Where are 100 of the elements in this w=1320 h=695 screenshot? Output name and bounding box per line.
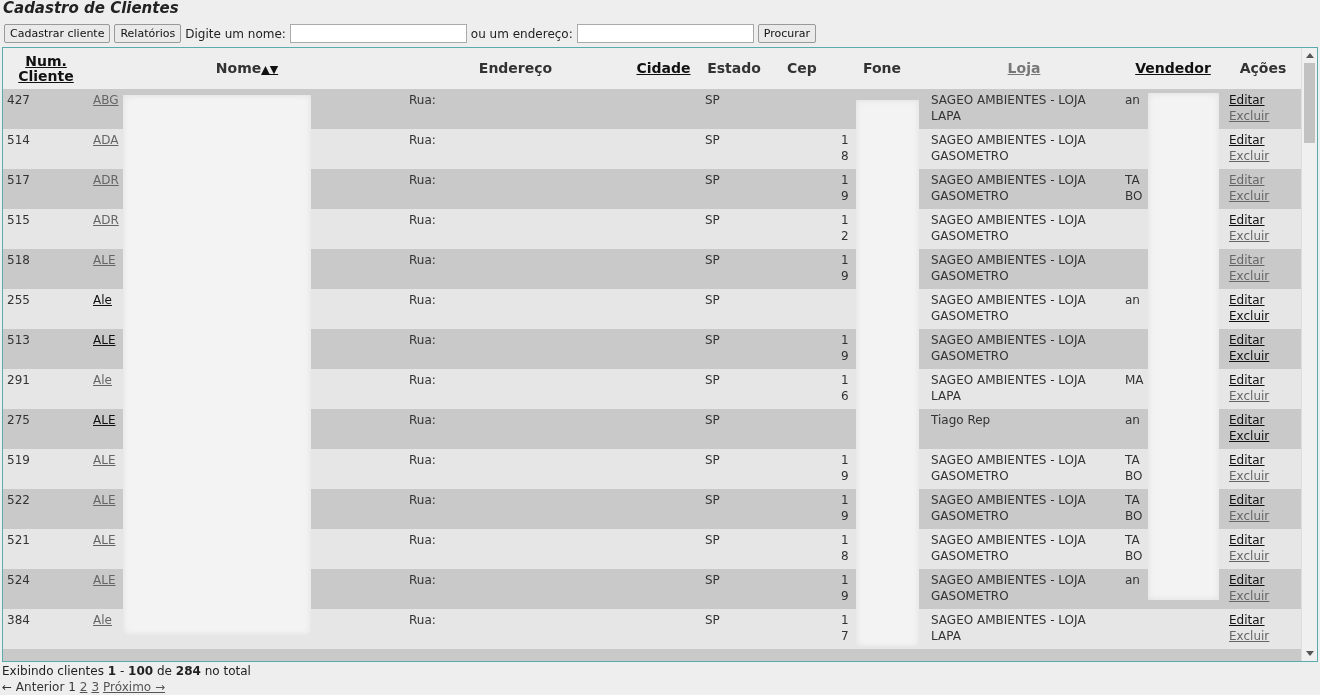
page-link[interactable]: 2 [79,679,88,695]
phone-text: 1 [841,173,849,187]
pager-text: ← Anterior 1 [2,679,76,695]
edit-link[interactable]: Editar [1229,253,1265,267]
client-name-link[interactable]: ADR [93,213,119,227]
phone-text: 9 [841,189,849,203]
phone-text: 9 [841,269,849,283]
phone-text: 7 [841,629,849,643]
client-name-link[interactable]: ABG [93,93,119,107]
store-cell: SAGEO AMBIENTES - LOJA LAPA [931,613,1086,643]
edit-link[interactable]: Editar [1229,573,1265,587]
column-sort-link[interactable]: Loja [1007,61,1041,76]
edit-link[interactable]: Editar [1229,173,1265,187]
store-cell: SAGEO AMBIENTES - LOJA GASOMETRO [931,133,1086,163]
edit-link[interactable]: Editar [1229,213,1265,227]
client-name-link[interactable]: Ale [93,293,112,307]
vertical-scrollbar[interactable] [1301,48,1317,661]
seller-text: an [1125,93,1140,107]
phone-text: 1 [841,213,849,227]
client-name-link[interactable]: ALE [93,573,116,587]
address-cell: Rua: [409,93,436,107]
client-name-link[interactable]: ADA [93,133,119,147]
phone-text: 8 [841,549,849,563]
client-number: 513 [7,333,30,347]
delete-link[interactable]: Excluir [1229,189,1270,203]
phone-text: 1 [841,453,849,467]
column-header: Estado [707,60,761,76]
delete-link[interactable]: Excluir [1229,309,1270,323]
scrollbar-thumb[interactable] [1304,63,1315,143]
store-cell: SAGEO AMBIENTES - LOJA GASOMETRO [931,333,1086,363]
client-name-link[interactable]: Ale [93,613,112,627]
seller-text: BO [1125,509,1143,523]
delete-link[interactable]: Excluir [1229,109,1270,123]
edit-link[interactable]: Editar [1229,93,1265,107]
edit-link[interactable]: Editar [1229,533,1265,547]
client-name-link[interactable]: ADR [93,173,119,187]
column-header: Nome [215,59,262,76]
client-number: 275 [7,413,30,427]
state-cell: SP [705,93,720,107]
phone-text: 2 [841,229,849,243]
edit-link[interactable]: Editar [1229,293,1265,307]
edit-link[interactable]: Editar [1229,613,1265,627]
scroll-down-icon[interactable] [1305,651,1314,656]
edit-link[interactable]: Editar [1229,493,1265,507]
client-name-link[interactable]: ALE [93,253,116,267]
phone-text: 9 [841,589,849,603]
delete-link[interactable]: Excluir [1229,629,1270,643]
client-name-link[interactable]: ALE [93,493,116,507]
delete-link[interactable]: Excluir [1229,389,1270,403]
client-name-link[interactable]: ALE [93,453,116,467]
phone-text: 9 [841,509,849,523]
state-cell: SP [705,453,720,467]
name-search-field[interactable] [289,24,467,43]
client-name-link[interactable]: ALE [93,333,116,347]
edit-link[interactable]: Editar [1229,413,1265,427]
sort-arrows[interactable]: ▲▼ [261,61,279,77]
phone-text: 1 [841,613,849,627]
delete-link[interactable]: Excluir [1229,429,1270,443]
toolbar-button[interactable]: Cadastrar cliente [4,24,111,43]
address-cell: Rua: [409,373,436,387]
phone-text: 1 [841,133,849,147]
address-cell: Rua: [409,133,436,147]
toolbar-button[interactable]: Relatórios [114,24,182,43]
state-cell: SP [705,533,720,547]
client-name-link[interactable]: ALE [93,413,116,427]
column-sort-link[interactable]: Vendedor [1135,61,1211,76]
delete-link[interactable]: Excluir [1229,549,1270,563]
store-cell: SAGEO AMBIENTES - LOJA GASOMETRO [931,533,1086,563]
client-name-link[interactable]: Ale [93,373,112,387]
phone-text: 9 [841,349,849,363]
client-number: 522 [7,493,30,507]
edit-link[interactable]: Editar [1229,373,1265,387]
delete-link[interactable]: Excluir [1229,349,1270,363]
state-cell: SP [705,133,720,147]
address-search-field[interactable] [576,24,754,43]
delete-link[interactable]: Excluir [1229,229,1270,243]
client-number: 524 [7,573,30,587]
client-name-link[interactable]: ALE [93,533,116,547]
client-number: 517 [7,173,30,187]
delete-link[interactable]: Excluir [1229,469,1270,483]
address-label: ou um endereço: [470,26,573,41]
page-link[interactable]: 3 [91,679,100,695]
address-cell: Rua: [409,613,436,627]
delete-link[interactable]: Excluir [1229,589,1270,603]
delete-link[interactable]: Excluir [1229,269,1270,283]
column-sort-link[interactable]: Cidade [636,61,691,76]
seller-text: TA [1125,453,1140,467]
edit-link[interactable]: Editar [1229,333,1265,347]
next-page-link[interactable]: Próximo → [103,679,166,695]
column-sort-link[interactable]: Num. Cliente [7,53,85,84]
scroll-up-icon[interactable] [1305,53,1314,58]
edit-link[interactable]: Editar [1229,133,1265,147]
client-number: 427 [7,93,30,107]
edit-link[interactable]: Editar [1229,453,1265,467]
store-cell: Tiago Rep [931,413,991,427]
delete-link[interactable]: Excluir [1229,509,1270,523]
search-button[interactable]: Procurar [757,24,817,43]
delete-link[interactable]: Excluir [1229,149,1270,163]
seller-text: BO [1125,189,1143,203]
phone-text: 1 [841,253,849,267]
